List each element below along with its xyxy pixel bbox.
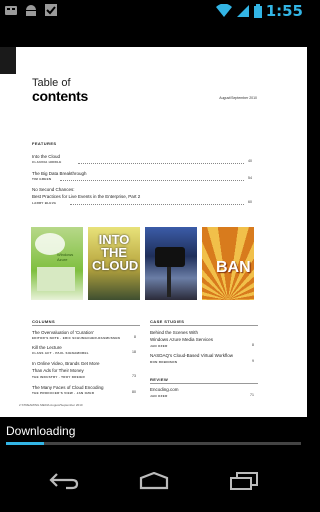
signal-icon xyxy=(236,5,249,17)
case-page: 9 xyxy=(252,359,254,363)
column-title[interactable]: The Many Faces of Cloud Encoding xyxy=(32,385,104,390)
magazine-page[interactable]: Table of contents August/September 2010 … xyxy=(0,47,307,417)
features-label: FEATURES xyxy=(32,141,57,146)
review-page: 71 xyxy=(250,393,254,397)
leader-dots xyxy=(70,204,244,205)
feature-page: 60 xyxy=(248,200,252,204)
status-bar: 1:55 xyxy=(0,0,307,22)
status-spacer xyxy=(0,22,307,47)
navigation-bar xyxy=(0,448,307,512)
case-author: JAN OZER xyxy=(150,344,168,348)
feature-author: TIM GREEN xyxy=(32,177,52,181)
download-bar: Downloading xyxy=(0,417,307,448)
section-rule xyxy=(32,325,140,326)
clock: 1:55 xyxy=(265,2,303,20)
cover-thumbnail[interactable] xyxy=(145,227,197,300)
column-author: CLASS ACT · PAUL SIGNAMOREL xyxy=(32,351,89,355)
review-label: REVIEW xyxy=(150,377,169,382)
column-page: 8 xyxy=(134,335,136,339)
feature-title[interactable]: No Second Chances: xyxy=(32,187,75,192)
case-author: DON ROBINSON xyxy=(150,360,178,364)
tripod-shape xyxy=(167,267,171,297)
cover-text: BAN xyxy=(216,259,251,276)
leader-dots xyxy=(78,163,244,164)
feature-page: 54 xyxy=(248,176,252,180)
android-icon xyxy=(26,5,36,16)
usb-icon xyxy=(5,6,17,15)
download-progress-fill xyxy=(6,442,44,445)
cover-thumbnail[interactable]: INTO THE CLOUD xyxy=(88,227,140,300)
column-author: THE PRODUCER’S VIEW · JAN OZER xyxy=(32,391,95,395)
camera-shape xyxy=(155,247,185,267)
column-title[interactable]: Kill the Lecture xyxy=(32,345,62,350)
cover-text: Windows Azure xyxy=(57,252,74,262)
recent-apps-icon[interactable] xyxy=(228,472,260,490)
case-title-cont[interactable]: Windows Azure Media Services xyxy=(150,337,213,342)
cover-text: INTO THE CLOUD xyxy=(92,232,139,273)
column-page: 73 xyxy=(132,374,136,378)
toc-title-line2: contents xyxy=(32,88,88,104)
screen-shape xyxy=(37,267,75,291)
feature-title-cont[interactable]: Best Practices for Live Events in the En… xyxy=(32,194,140,199)
page-footer: 2 STREAMING MEDIA August/September 2010 xyxy=(19,403,83,407)
column-author: EDITOR’S NOTE · ERIC SCHUMACHER-RASMUSSE… xyxy=(32,336,121,340)
feature-author: LARRY BLEVA xyxy=(32,201,57,205)
feature-page: 40 xyxy=(248,159,252,163)
review-author: JAN OZER xyxy=(150,394,168,398)
column-title-cont[interactable]: Than Ads for Their Money xyxy=(32,368,84,373)
corner-tab xyxy=(0,47,16,74)
column-author: THE INDUSTRY · TROY DREIER xyxy=(32,375,85,379)
issue-date: August/September 2010 xyxy=(219,96,257,100)
column-page: 18 xyxy=(132,350,136,354)
notification-icons xyxy=(4,3,58,17)
download-progress xyxy=(6,442,301,445)
column-page: 80 xyxy=(132,390,136,394)
case-title[interactable]: NASDAQ’s Cloud-Based Virtual Workflow xyxy=(150,353,233,358)
feature-title[interactable]: Into the Cloud xyxy=(32,154,60,159)
case-studies-label: CASE STUDIES xyxy=(150,319,185,324)
section-rule xyxy=(150,383,258,384)
column-title[interactable]: In Online Video, Brands Get More xyxy=(32,361,99,366)
check-icon xyxy=(45,4,57,16)
back-icon[interactable] xyxy=(48,472,80,490)
columns-label: COLUMNS xyxy=(32,319,56,324)
home-icon[interactable] xyxy=(138,472,170,490)
case-page: 8 xyxy=(252,343,254,347)
cover-thumbnail[interactable]: Windows Azure xyxy=(31,227,83,300)
wifi-icon xyxy=(215,4,232,17)
section-rule xyxy=(150,325,258,326)
feature-title[interactable]: The Big Data Breakthrough xyxy=(32,171,87,176)
case-title[interactable]: Behind the Scenes With xyxy=(150,330,198,335)
download-label: Downloading xyxy=(6,424,76,438)
feature-author: CLAUDIA HIDDLE xyxy=(32,160,62,164)
column-title[interactable]: The Overvaluation of ‘Curation’ xyxy=(32,330,94,335)
battery-icon xyxy=(253,4,262,18)
cover-thumbnail[interactable]: BAN xyxy=(202,227,254,300)
leader-dots xyxy=(60,180,244,181)
review-title[interactable]: Encoding.com xyxy=(150,387,179,392)
system-icons: 1:55 xyxy=(215,2,303,20)
